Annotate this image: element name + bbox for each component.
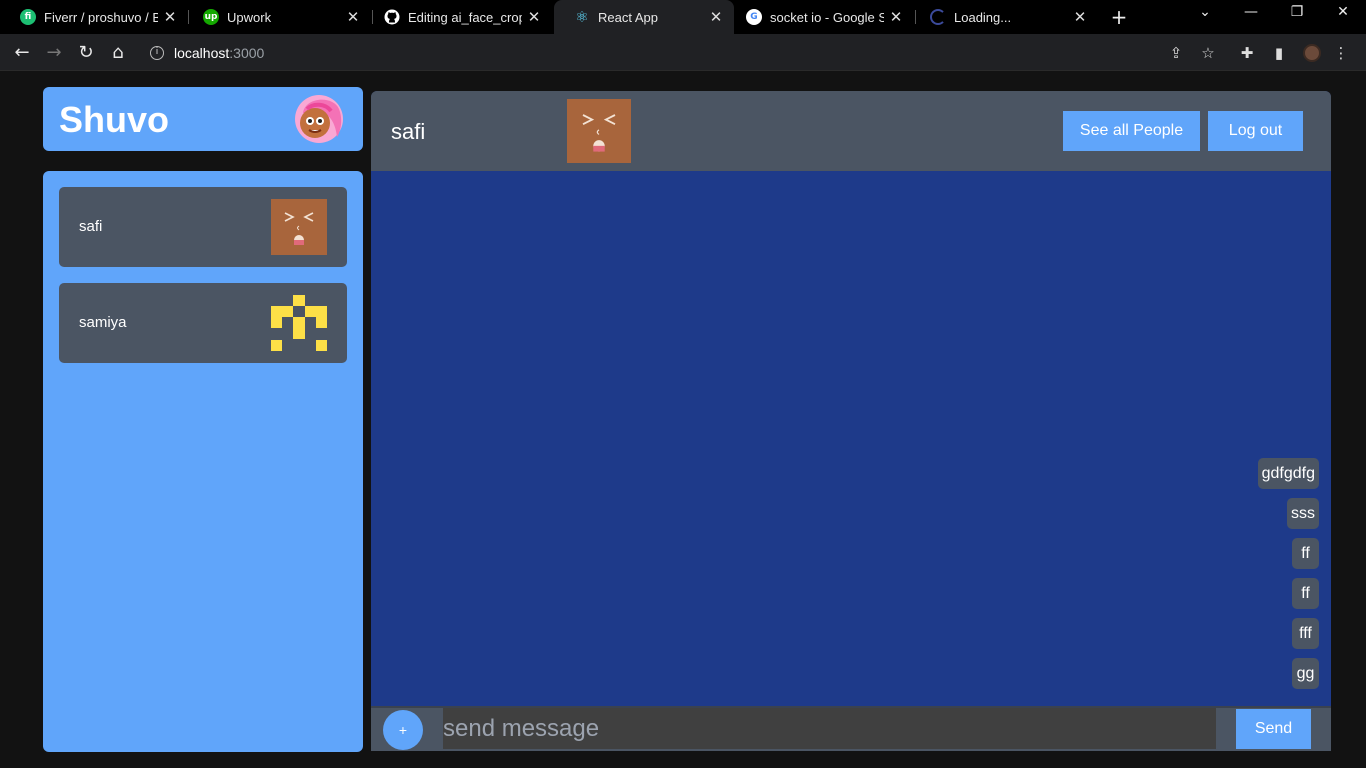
forward-arrow-icon[interactable]: → xyxy=(41,40,67,66)
tab-label: Fiverr / proshuvo / Buy xyxy=(44,9,158,25)
contact-avatar xyxy=(271,199,327,255)
info-icon[interactable]: i xyxy=(150,45,164,60)
brand-header: Shuvo xyxy=(43,87,363,151)
browser-tab[interactable]: Loading... ✕ xyxy=(910,0,1098,34)
address-toolbar: ← → ↻ ⌂ i localhost:3000 ⇪ ☆ ✚ ▮ ⋮ xyxy=(0,34,1366,71)
user-avatar[interactable] xyxy=(289,91,345,147)
extensions-puzzle-icon[interactable]: ✚ xyxy=(1235,41,1259,65)
logout-button[interactable]: Log out xyxy=(1208,111,1303,151)
fiverr-icon: fi xyxy=(20,9,36,25)
tab-search-chevron-icon[interactable]: ⌄ xyxy=(1182,4,1228,30)
send-button[interactable]: Send xyxy=(1236,709,1311,749)
reload-icon[interactable]: ↻ xyxy=(73,40,99,66)
tab-label: Upwork xyxy=(227,9,272,25)
contact-name: safi xyxy=(79,218,103,235)
loading-spinner-icon xyxy=(930,9,946,25)
window-close-button[interactable]: ✕ xyxy=(1320,4,1366,30)
browser-tab-bar: fi Fiverr / proshuvo / Buy ✕ up Upwork ✕… xyxy=(0,0,1366,34)
google-icon: G xyxy=(746,9,762,25)
restore-button[interactable]: ❐ xyxy=(1274,4,1320,30)
side-panel-icon[interactable]: ▮ xyxy=(1267,41,1291,65)
chat-partner-name: safi xyxy=(391,119,426,144)
message-bubble: sss xyxy=(1287,498,1319,529)
browser-tab[interactable]: fi Fiverr / proshuvo / Buy ✕ xyxy=(0,0,188,34)
attach-plus-button[interactable]: + xyxy=(383,710,423,750)
brand-name: Shuvo xyxy=(59,99,170,140)
contact-name: samiya xyxy=(79,314,127,331)
close-icon[interactable]: ✕ xyxy=(341,8,365,26)
message-bubble: gdfgdfg xyxy=(1257,458,1319,489)
message-input[interactable] xyxy=(443,708,1216,749)
chat-panel: safi See all People Log out gdfgdfg sss … xyxy=(371,91,1331,751)
message-bubble: ff xyxy=(1292,578,1319,609)
close-icon[interactable]: ✕ xyxy=(704,8,728,26)
close-icon[interactable]: ✕ xyxy=(884,8,908,26)
home-icon[interactable]: ⌂ xyxy=(105,40,131,66)
see-all-people-button[interactable]: See all People xyxy=(1063,111,1200,151)
message-bubble: gg xyxy=(1292,658,1319,689)
upwork-icon: up xyxy=(203,9,219,25)
contact-item[interactable]: safi xyxy=(59,187,347,267)
contacts-sidebar: safi samiya xyxy=(43,171,363,752)
message-list: gdfgdfg sss ff ff fff gg xyxy=(1257,458,1319,689)
profile-avatar[interactable] xyxy=(1303,44,1321,62)
chat-header: safi See all People Log out xyxy=(371,91,1331,171)
minimize-button[interactable]: — xyxy=(1228,4,1274,30)
tab-label: React App xyxy=(598,9,658,25)
tab-label: Loading... xyxy=(954,9,1012,25)
react-icon: ⚛ xyxy=(575,8,589,26)
message-bubble: fff xyxy=(1292,618,1319,649)
tab-label: Editing ai_face_crop/R xyxy=(408,9,522,25)
url-field[interactable]: i localhost:3000 xyxy=(142,38,1152,67)
close-icon[interactable]: ✕ xyxy=(1068,8,1092,26)
browser-tab[interactable]: up Upwork ✕ xyxy=(183,0,371,34)
bookmark-star-icon[interactable]: ☆ xyxy=(1196,41,1220,65)
chat-partner-avatar xyxy=(567,99,631,163)
new-tab-button[interactable]: + xyxy=(1108,5,1130,29)
url-host: localhost xyxy=(174,44,230,61)
close-icon[interactable]: ✕ xyxy=(522,8,546,26)
contact-item[interactable]: samiya xyxy=(59,283,347,363)
app-page: Shuvo safi samiya safi See all People Lo… xyxy=(0,71,1366,768)
browser-tab[interactable]: Editing ai_face_crop/R ✕ xyxy=(364,0,552,34)
message-composer: + Send xyxy=(371,706,1331,751)
share-icon[interactable]: ⇪ xyxy=(1164,41,1188,65)
close-icon[interactable]: ✕ xyxy=(158,8,182,26)
contact-avatar xyxy=(271,295,327,351)
menu-dots-icon[interactable]: ⋮ xyxy=(1329,41,1353,65)
browser-tab[interactable]: G socket io - Google Sea ✕ xyxy=(726,0,914,34)
tab-label: socket io - Google Sea xyxy=(770,9,884,25)
message-bubble: ff xyxy=(1292,538,1319,569)
back-arrow-icon[interactable]: ← xyxy=(9,40,35,66)
github-icon xyxy=(384,9,400,25)
url-port: :3000 xyxy=(229,44,265,61)
browser-tab-active[interactable]: ⚛ React App ✕ xyxy=(554,0,734,34)
